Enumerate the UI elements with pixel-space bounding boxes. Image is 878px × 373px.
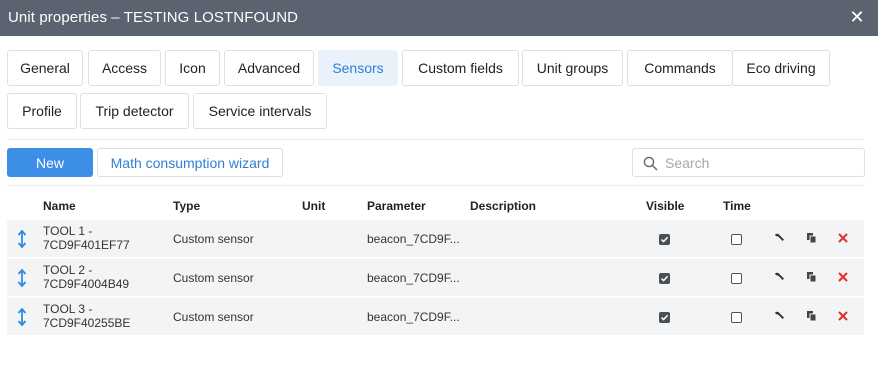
delete-icon[interactable] <box>836 270 850 284</box>
header-parameter[interactable]: Parameter <box>367 199 426 213</box>
tab-eco-driving[interactable]: Eco driving <box>732 50 830 86</box>
drag-handle-icon[interactable] <box>16 268 28 288</box>
time-checkbox[interactable] <box>731 273 742 284</box>
delete-icon[interactable] <box>836 231 850 245</box>
delete-icon[interactable] <box>836 309 850 323</box>
header-type[interactable]: Type <box>173 199 200 213</box>
new-sensor-button[interactable]: New <box>7 148 93 177</box>
window-titlebar: Unit properties – TESTING LOSTNFOUND ✕ <box>0 0 878 36</box>
window-title: Unit properties – TESTING LOSTNFOUND <box>8 9 299 26</box>
tab-sensors[interactable]: Sensors <box>318 50 398 86</box>
tabs-divider <box>7 139 864 140</box>
search-box <box>632 148 865 177</box>
tab-trip-detector[interactable]: Trip detector <box>80 93 189 129</box>
sensor-parameter: beacon_7CD9F... <box>367 271 460 285</box>
tab-general[interactable]: General <box>7 50 83 86</box>
sensor-type: Custom sensor <box>173 271 254 285</box>
search-icon <box>643 156 658 171</box>
sensor-name: TOOL 2 - 7CD9F4004B49 <box>43 263 129 291</box>
wrench-icon[interactable] <box>772 309 786 323</box>
visible-checkbox[interactable] <box>659 234 670 245</box>
sensor-name-line2: 7CD9F401EF77 <box>43 238 130 252</box>
table-row[interactable]: TOOL 3 - 7CD9F40255BE Custom sensor beac… <box>7 298 864 335</box>
header-unit[interactable]: Unit <box>302 199 325 213</box>
copy-icon[interactable] <box>805 309 819 323</box>
sensor-name: TOOL 1 - 7CD9F401EF77 <box>43 224 130 252</box>
copy-icon[interactable] <box>805 231 819 245</box>
search-input[interactable] <box>665 153 855 172</box>
sensor-parameter: beacon_7CD9F... <box>367 310 460 324</box>
tab-access[interactable]: Access <box>88 50 161 86</box>
header-visible[interactable]: Visible <box>646 199 684 213</box>
tab-custom-fields[interactable]: Custom fields <box>402 50 519 86</box>
toolbar-divider <box>7 185 864 186</box>
sensor-parameter: beacon_7CD9F... <box>367 232 460 246</box>
sensor-name-line2: 7CD9F40255BE <box>43 316 131 330</box>
sensor-type: Custom sensor <box>173 232 254 246</box>
header-time[interactable]: Time <box>723 199 751 213</box>
drag-handle-icon[interactable] <box>16 307 28 327</box>
wrench-icon[interactable] <box>772 270 786 284</box>
time-checkbox[interactable] <box>731 234 742 245</box>
sensor-name: TOOL 3 - 7CD9F40255BE <box>43 302 130 330</box>
close-icon[interactable]: ✕ <box>848 7 866 27</box>
sensor-name-line1: TOOL 2 - <box>43 263 93 277</box>
table-row[interactable]: TOOL 1 - 7CD9F401EF77 Custom sensor beac… <box>7 220 864 257</box>
sensor-name-line1: TOOL 1 - <box>43 224 93 238</box>
sensor-type: Custom sensor <box>173 310 254 324</box>
visible-checkbox[interactable] <box>659 312 670 323</box>
copy-icon[interactable] <box>805 270 819 284</box>
sensor-name-line2: 7CD9F4004B49 <box>43 277 130 291</box>
sensor-name-line1: TOOL 3 - <box>43 302 93 316</box>
header-name[interactable]: Name <box>43 199 76 213</box>
wrench-icon[interactable] <box>772 231 786 245</box>
math-consumption-wizard-button[interactable]: Math consumption wizard <box>97 148 283 177</box>
visible-checkbox[interactable] <box>659 273 670 284</box>
tab-icon[interactable]: Icon <box>165 50 220 86</box>
tab-commands[interactable]: Commands <box>627 50 733 86</box>
time-checkbox[interactable] <box>731 312 742 323</box>
header-description[interactable]: Description <box>470 199 536 213</box>
tab-service-intervals[interactable]: Service intervals <box>193 93 327 129</box>
tab-profile[interactable]: Profile <box>7 93 77 129</box>
table-row[interactable]: TOOL 2 - 7CD9F4004B49 Custom sensor beac… <box>7 259 864 296</box>
drag-handle-icon[interactable] <box>16 229 28 249</box>
tab-advanced[interactable]: Advanced <box>224 50 314 86</box>
tab-unit-groups[interactable]: Unit groups <box>522 50 623 86</box>
